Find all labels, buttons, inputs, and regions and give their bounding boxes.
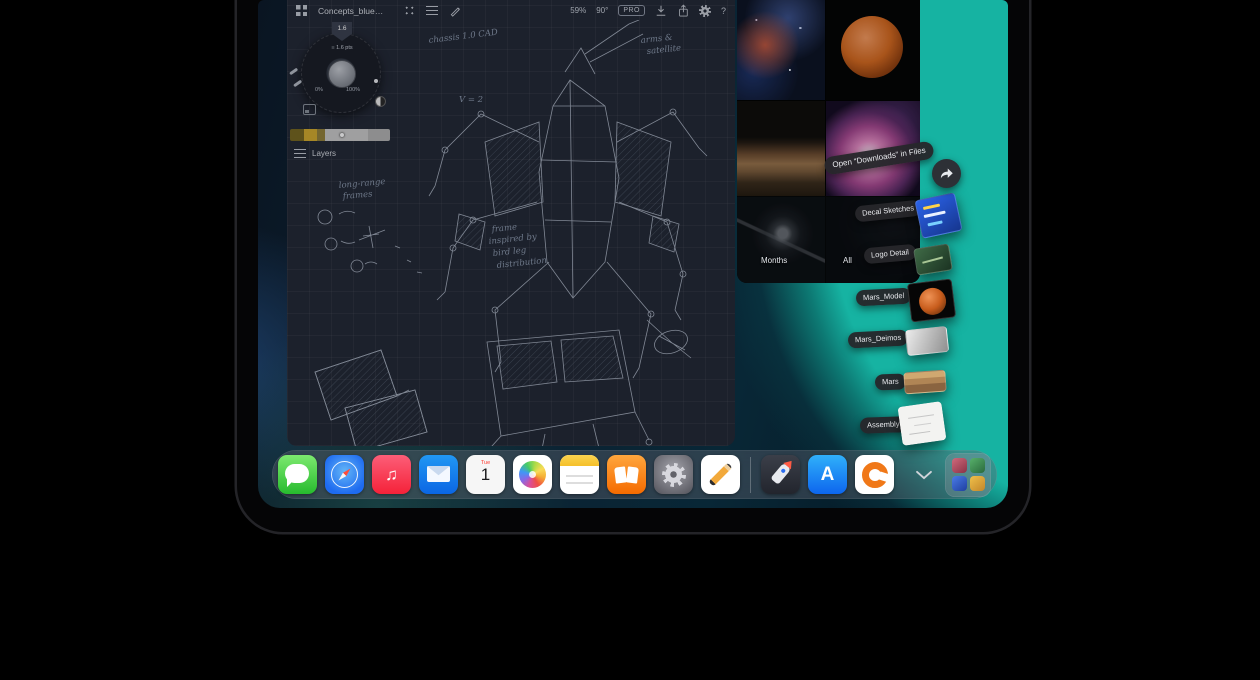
concepts-c-icon [862, 462, 888, 488]
ipad-device: Concepts_blue… 59% 90° PRO [237, 0, 1029, 532]
drag-item-label: Mars [875, 373, 906, 390]
layers-button[interactable]: Layers [294, 149, 336, 158]
help-icon[interactable]: ? [721, 6, 726, 16]
rocket-icon [770, 462, 791, 485]
dock-app-rocket[interactable] [761, 455, 800, 494]
menu-icon[interactable] [426, 6, 438, 15]
opacity-min-label: 0% [315, 87, 323, 93]
dock-divider [750, 457, 751, 493]
dock-app-appstore[interactable]: A [808, 455, 847, 494]
forward-arrow-icon [939, 167, 954, 180]
brush-size-label: 1.6 pts [302, 45, 382, 51]
photos-flower-icon [519, 461, 546, 488]
mars-deimos-thumbnail[interactable] [905, 326, 949, 356]
tab-months[interactable]: Months [761, 256, 787, 265]
mars-planet-image [841, 16, 903, 78]
color-palette-strip[interactable] [290, 129, 390, 141]
dots-grid-icon[interactable] [404, 5, 415, 16]
settings-gear-icon[interactable] [699, 5, 711, 17]
swatch-olive[interactable] [317, 129, 325, 141]
swatch-dark-gray[interactable] [368, 129, 390, 141]
photos-app-window: Months All [737, 0, 920, 283]
share-icon[interactable] [677, 4, 689, 17]
note-body-3: bird leg [492, 245, 527, 259]
contrast-icon[interactable] [375, 96, 386, 107]
dock-app-settings[interactable] [654, 455, 693, 494]
dock-app-safari[interactable] [325, 455, 364, 494]
mini-app-icon [970, 458, 985, 473]
mini-app-icon [952, 458, 967, 473]
dock: ♫ Tue 1 [272, 450, 997, 499]
chevron-down-icon [914, 469, 934, 481]
layers-icon [294, 149, 306, 158]
concepts-toolbar: Concepts_blue… 59% 90° PRO [287, 0, 735, 21]
dock-app-photos[interactable] [513, 455, 552, 494]
layers-label: Layers [312, 149, 336, 158]
pen-icon[interactable] [449, 4, 462, 17]
dock-collapse-button[interactable] [911, 462, 937, 488]
document-title[interactable]: Concepts_blue… [318, 6, 383, 16]
dock-app-mail[interactable] [419, 455, 458, 494]
photo-mars-surface[interactable] [737, 101, 825, 196]
opacity-max-label: 100% [346, 87, 360, 93]
decal-sketches-thumbnail[interactable] [914, 192, 962, 239]
brush-size-flag: 1.6 [332, 22, 352, 41]
color-dot[interactable] [374, 79, 378, 83]
drag-item-label: Mars_Model [856, 288, 912, 306]
dock-app-calendar[interactable]: Tue 1 [466, 455, 505, 494]
logo-detail-thumbnail[interactable] [913, 243, 953, 275]
dock-app-books[interactable] [607, 455, 646, 494]
appstore-a-icon: A [808, 455, 847, 494]
pro-badge[interactable]: PRO [618, 5, 645, 16]
app-library-tile[interactable] [945, 453, 991, 497]
note-body-1: frame [490, 222, 517, 235]
download-icon[interactable] [655, 4, 667, 17]
apps-grid-icon[interactable] [296, 5, 307, 16]
gear-icon [662, 463, 686, 487]
mars-model-thumbnail[interactable] [907, 278, 956, 322]
zoom-level[interactable]: 59% [570, 6, 586, 15]
assembly-thumbnail[interactable] [898, 401, 947, 446]
chat-bubble-icon [285, 464, 309, 483]
mini-app-icon [952, 476, 967, 491]
note-left-2: frames [341, 189, 373, 202]
note-left-1: long-range [338, 177, 385, 191]
calendar-day: 1 [481, 466, 490, 484]
mini-app-icon [970, 476, 985, 491]
brush-tool-wheel[interactable]: 1.6 1.6 pts 0% 100% [301, 33, 381, 113]
rotation-value[interactable]: 90° [596, 6, 608, 15]
book-page-icon [626, 466, 639, 483]
concepts-app-window: Concepts_blue… 59% 90° PRO [287, 0, 735, 446]
music-note-icon: ♫ [372, 455, 411, 494]
canvas-ratio-icon[interactable] [303, 104, 316, 115]
swatch-gray[interactable] [325, 129, 368, 141]
tab-all[interactable]: All [843, 256, 852, 265]
book-page-icon [614, 466, 627, 483]
note-version: V = 2 [459, 95, 483, 105]
wheel-knob[interactable] [328, 60, 356, 88]
note-arms-2: satellite [646, 43, 681, 57]
palette-marker-dot [340, 133, 344, 137]
photo-nebula[interactable] [737, 0, 825, 100]
dock-app-messages[interactable] [278, 455, 317, 494]
pencil-icon [708, 462, 732, 486]
photo-mars-planet[interactable] [826, 0, 920, 100]
mars-thumbnail[interactable] [903, 370, 946, 395]
ipad-screen: Concepts_blue… 59% 90° PRO [258, 0, 1008, 508]
notes-lines-icon [566, 475, 593, 477]
dock-app-notes[interactable] [560, 455, 599, 494]
dock-app-concepts[interactable] [855, 455, 894, 494]
swatch-yellow[interactable] [304, 129, 317, 141]
drag-item-label: Mars_Deimos [848, 329, 909, 348]
dock-app-music[interactable]: ♫ [372, 455, 411, 494]
dock-app-pencil[interactable] [701, 455, 740, 494]
note-chassis: chassis 1.0 CAD [428, 28, 498, 46]
swatch-dark-olive[interactable] [290, 129, 304, 141]
envelope-icon [427, 466, 450, 482]
note-body-4: distribution [496, 256, 547, 271]
share-forward-button[interactable] [932, 159, 961, 188]
